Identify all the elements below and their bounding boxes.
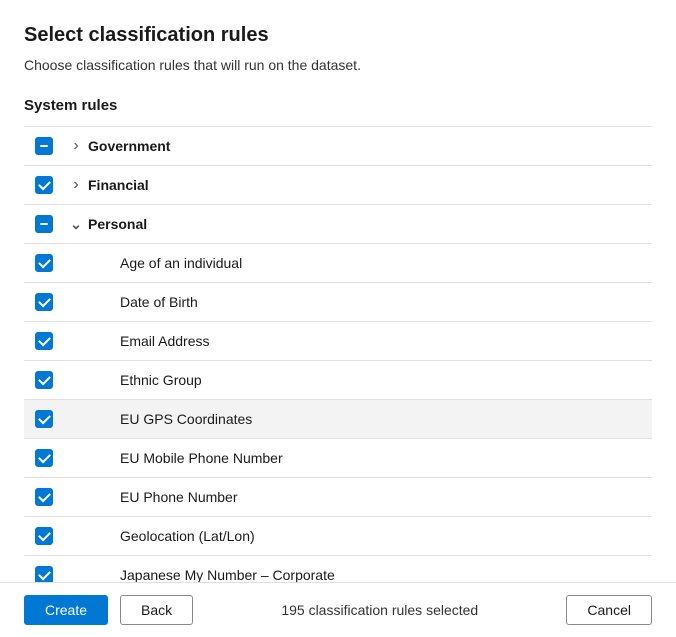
rule-label-financial: Financial bbox=[88, 177, 652, 193]
rule-row-government[interactable]: Government bbox=[24, 127, 652, 166]
rule-row-personal[interactable]: Personal bbox=[24, 205, 652, 244]
rule-row-dob[interactable]: Date of Birth bbox=[24, 283, 652, 322]
checkbox-age[interactable] bbox=[35, 254, 53, 272]
checkbox-area-dob bbox=[24, 293, 64, 311]
checkbox-area-eu-gps bbox=[24, 410, 64, 428]
checkbox-dob[interactable] bbox=[35, 293, 53, 311]
rule-label-eu-phone: EU Phone Number bbox=[88, 489, 652, 505]
checkbox-area-eu-mobile bbox=[24, 449, 64, 467]
checkbox-area-email bbox=[24, 332, 64, 350]
checkbox-area-jmn-corporate bbox=[24, 566, 64, 582]
rule-row-eu-gps[interactable]: EU GPS Coordinates bbox=[24, 400, 652, 439]
checkbox-eu-mobile[interactable] bbox=[35, 449, 53, 467]
checkbox-ethnic[interactable] bbox=[35, 371, 53, 389]
rule-row-geolocation[interactable]: Geolocation (Lat/Lon) bbox=[24, 517, 652, 556]
rule-label-dob: Date of Birth bbox=[88, 294, 652, 310]
rule-label-age: Age of an individual bbox=[88, 255, 652, 271]
checkbox-area-financial bbox=[24, 176, 64, 194]
checkbox-area-government bbox=[24, 137, 64, 155]
rule-list: Government Financial Personal Age of an ind… bbox=[24, 126, 652, 582]
expander-government[interactable] bbox=[64, 137, 88, 155]
checkbox-eu-phone[interactable] bbox=[35, 488, 53, 506]
checkbox-area-personal bbox=[24, 215, 64, 233]
rule-row-age[interactable]: Age of an individual bbox=[24, 244, 652, 283]
page-title: Select classification rules bbox=[24, 24, 652, 47]
checkbox-government[interactable] bbox=[35, 137, 53, 155]
checkbox-personal[interactable] bbox=[35, 215, 53, 233]
cancel-button[interactable]: Cancel bbox=[566, 595, 652, 625]
footer: Create Back 195 classification rules sel… bbox=[0, 582, 676, 637]
page-subtitle: Choose classification rules that will ru… bbox=[24, 57, 652, 73]
checkbox-financial[interactable] bbox=[35, 176, 53, 194]
checkbox-area-eu-phone bbox=[24, 488, 64, 506]
rule-label-eu-mobile: EU Mobile Phone Number bbox=[88, 450, 652, 466]
expander-financial[interactable] bbox=[64, 176, 88, 194]
expander-personal[interactable] bbox=[64, 216, 88, 233]
main-content: Select classification rules Choose class… bbox=[0, 0, 676, 582]
chevron-down-icon bbox=[70, 216, 82, 233]
rule-label-ethnic: Ethnic Group bbox=[88, 372, 652, 388]
footer-status: 195 classification rules selected bbox=[205, 602, 554, 618]
rule-row-jmn-corporate[interactable]: Japanese My Number – Corporate bbox=[24, 556, 652, 582]
rule-row-eu-mobile[interactable]: EU Mobile Phone Number bbox=[24, 439, 652, 478]
checkbox-area-ethnic bbox=[24, 371, 64, 389]
checkbox-email[interactable] bbox=[35, 332, 53, 350]
rule-label-jmn-corporate: Japanese My Number – Corporate bbox=[88, 567, 652, 582]
rule-row-email[interactable]: Email Address bbox=[24, 322, 652, 361]
rule-label-email: Email Address bbox=[88, 333, 652, 349]
rule-label-personal: Personal bbox=[88, 216, 652, 232]
checkbox-geolocation[interactable] bbox=[35, 527, 53, 545]
rule-row-eu-phone[interactable]: EU Phone Number bbox=[24, 478, 652, 517]
checkbox-area-geolocation bbox=[24, 527, 64, 545]
create-button[interactable]: Create bbox=[24, 595, 108, 625]
section-title: System rules bbox=[24, 97, 652, 114]
rule-row-ethnic[interactable]: Ethnic Group bbox=[24, 361, 652, 400]
rule-label-eu-gps: EU GPS Coordinates bbox=[88, 411, 652, 427]
back-button[interactable]: Back bbox=[120, 595, 193, 625]
rule-label-government: Government bbox=[88, 138, 652, 154]
rule-label-geolocation: Geolocation (Lat/Lon) bbox=[88, 528, 652, 544]
checkbox-area-age bbox=[24, 254, 64, 272]
rule-row-financial[interactable]: Financial bbox=[24, 166, 652, 205]
chevron-right-icon bbox=[73, 176, 78, 194]
checkbox-jmn-corporate[interactable] bbox=[35, 566, 53, 582]
chevron-right-icon bbox=[73, 137, 78, 155]
checkbox-eu-gps[interactable] bbox=[35, 410, 53, 428]
